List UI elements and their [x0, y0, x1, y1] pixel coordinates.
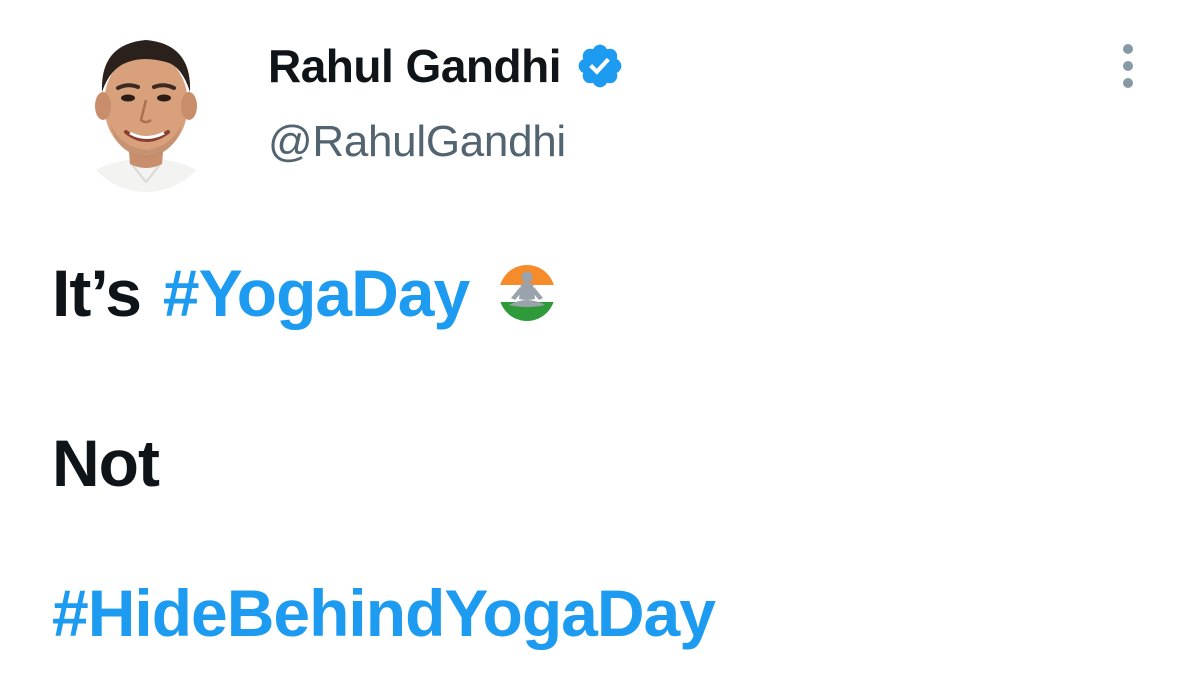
- tweet-text-its: It’s: [52, 256, 142, 330]
- user-handle[interactable]: @RahulGandhi: [268, 120, 566, 164]
- tweet-card: Rahul Gandhi @RahulGandhi It’s #YogaDay: [0, 0, 1200, 675]
- tweet-line-3: #HideBehindYogaDay: [52, 580, 716, 646]
- profile-photo: [78, 22, 214, 192]
- hashtag-hidebehindyogaday[interactable]: #HideBehindYogaDay: [52, 576, 716, 650]
- tweet-line-2: Not: [52, 426, 160, 500]
- verified-badge-icon: [578, 44, 622, 88]
- avatar[interactable]: [78, 22, 214, 192]
- more-options-icon[interactable]: [1114, 44, 1142, 94]
- yoga-emoji-icon: [499, 265, 556, 321]
- display-name[interactable]: Rahul Gandhi: [268, 43, 562, 89]
- hashtag-yogaday[interactable]: #YogaDay: [163, 260, 470, 326]
- author-row: Rahul Gandhi: [268, 38, 625, 94]
- tweet-line-1: It’s #YogaDay: [52, 256, 556, 330]
